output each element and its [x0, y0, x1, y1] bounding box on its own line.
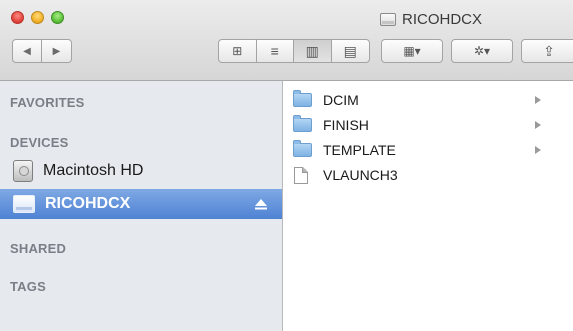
- gear-icon: ✲▾: [473, 44, 491, 58]
- eject-icon[interactable]: [254, 197, 268, 211]
- list-item[interactable]: FINISH: [283, 115, 573, 135]
- forward-button[interactable]: ▶: [42, 40, 71, 62]
- disclosure-arrow-icon: [535, 96, 541, 104]
- list-view-icon: ≡: [270, 43, 279, 59]
- window-title: RICOHDCX: [380, 10, 482, 28]
- devices-header: DEVICES: [10, 135, 69, 150]
- column-view-icon: ▥: [305, 42, 319, 59]
- sidebar-item-label: Macintosh HD: [43, 162, 144, 179]
- finder-window: RICOHDCX ◀ ▶ ⊞ ≡ ▥ ▤ ▦▾ ✲▾ ⇪ FAVORITES D…: [0, 0, 573, 331]
- sidebar-item-macintosh-hd[interactable]: Macintosh HD: [0, 156, 282, 186]
- file-name: DCIM: [323, 92, 359, 108]
- minimize-window-button[interactable]: [31, 11, 44, 24]
- list-item[interactable]: DCIM: [283, 90, 573, 110]
- disclosure-arrow-icon: [535, 121, 541, 129]
- share-icon: ⇪: [543, 42, 555, 59]
- removable-volume-icon: [13, 195, 35, 213]
- back-forward-control: ◀ ▶: [12, 39, 72, 63]
- document-icon: [294, 166, 308, 184]
- arrange-icon: ▦▾: [403, 44, 421, 58]
- file-name: TEMPLATE: [323, 142, 396, 158]
- back-arrow-icon: ◀: [23, 45, 31, 57]
- sidebar-item-ricohdcx[interactable]: RICOHDCX: [0, 189, 282, 219]
- tags-header: TAGS: [10, 279, 46, 294]
- folder-icon: [293, 90, 312, 107]
- action-button[interactable]: ✲▾: [451, 39, 513, 63]
- sidebar-item-label: RICOHDCX: [45, 195, 131, 212]
- icon-view-icon: ⊞: [232, 44, 243, 58]
- folder-icon: [293, 115, 312, 132]
- list-view-button[interactable]: ≡: [257, 40, 294, 62]
- title-bar: RICOHDCX ◀ ▶ ⊞ ≡ ▥ ▤ ▦▾ ✲▾ ⇪: [0, 0, 573, 81]
- disclosure-arrow-icon: [535, 146, 541, 154]
- file-name: FINISH: [323, 117, 369, 133]
- close-window-button[interactable]: [11, 11, 24, 24]
- view-mode-control: ⊞ ≡ ▥ ▤: [218, 39, 370, 63]
- arrange-button[interactable]: ▦▾: [381, 39, 443, 63]
- icon-view-button[interactable]: ⊞: [219, 40, 257, 62]
- folder-icon: [293, 140, 312, 157]
- list-item[interactable]: TEMPLATE: [283, 140, 573, 160]
- column-view-button[interactable]: ▥: [294, 40, 332, 62]
- cover-flow-view-button[interactable]: ▤: [332, 40, 369, 62]
- sidebar: FAVORITES DEVICES Macintosh HD RICOHDCX …: [0, 81, 283, 331]
- list-item[interactable]: VLAUNCH3: [283, 165, 573, 185]
- window-title-text: RICOHDCX: [402, 10, 483, 28]
- file-column: DCIM FINISH TEMPLATE VLAUNCH3: [283, 81, 573, 331]
- cover-flow-icon: ▤: [343, 42, 357, 59]
- share-button[interactable]: ⇪: [521, 39, 573, 63]
- zoom-window-button[interactable]: [51, 11, 64, 24]
- forward-arrow-icon: ▶: [52, 45, 61, 57]
- shared-header: SHARED: [10, 241, 67, 256]
- favorites-header: FAVORITES: [10, 95, 85, 110]
- file-name: VLAUNCH3: [323, 167, 398, 183]
- back-button[interactable]: ◀: [13, 40, 43, 62]
- hard-disk-icon: [13, 160, 33, 182]
- removable-volume-icon: [380, 12, 396, 26]
